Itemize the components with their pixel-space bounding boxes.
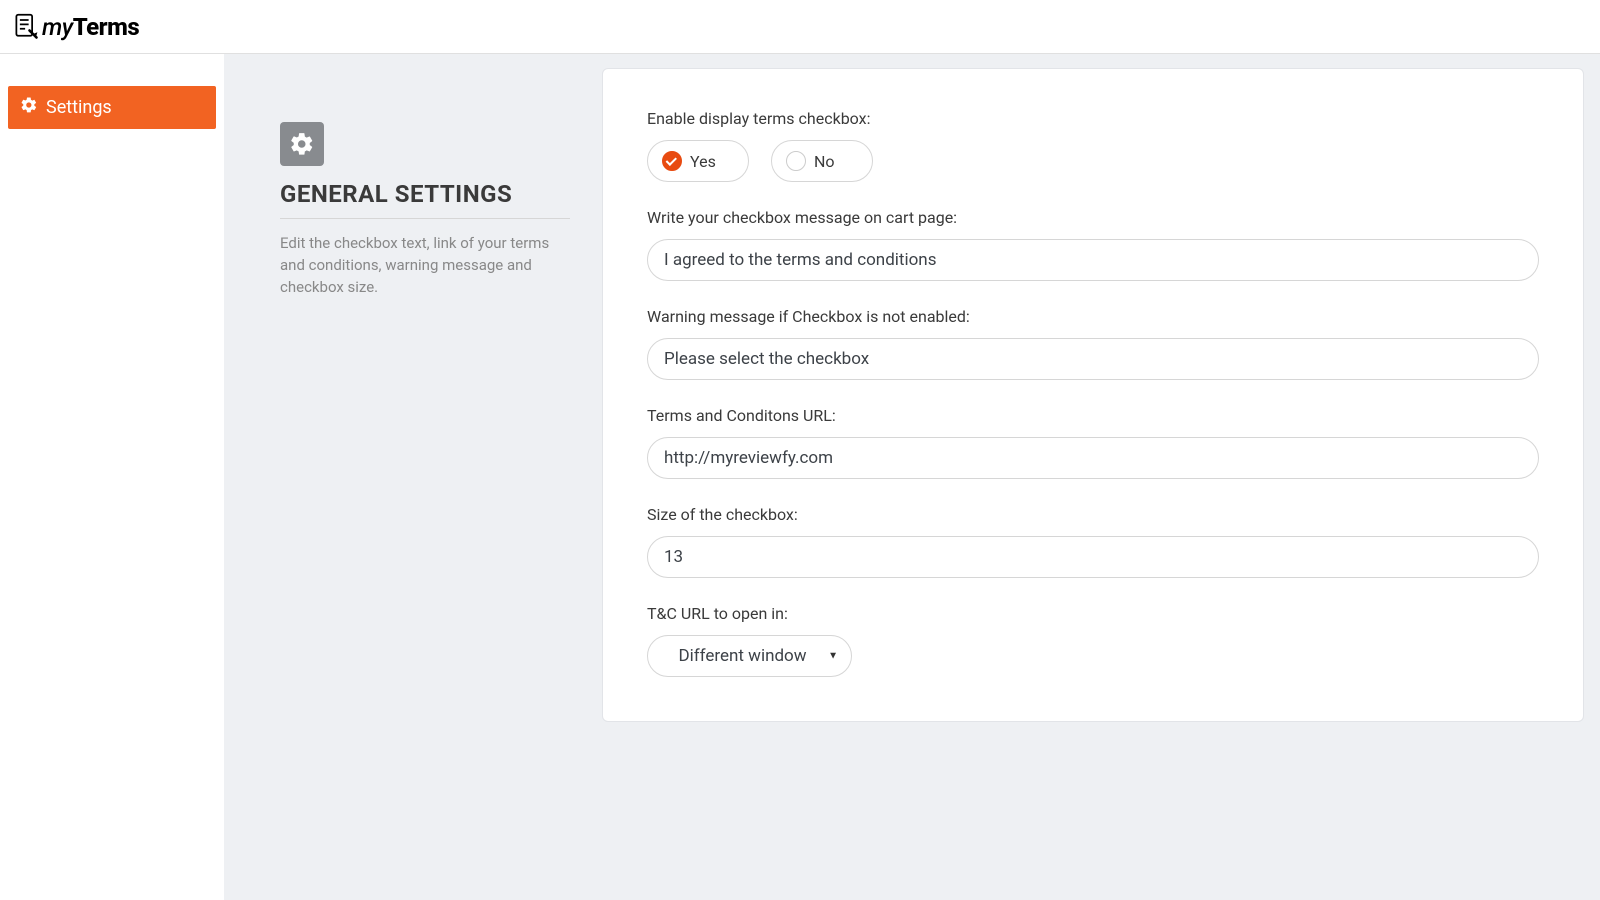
select-wrap: Different window ▼ bbox=[647, 635, 852, 677]
brand-prefix: my bbox=[42, 13, 73, 41]
content: GENERAL SETTINGS Edit the checkbox text,… bbox=[224, 54, 1600, 900]
radio-group-enable: Yes No bbox=[647, 140, 1539, 182]
radio-yes[interactable]: Yes bbox=[647, 140, 749, 182]
field-checkbox-size: Size of the checkbox: bbox=[647, 505, 1539, 578]
sidebar-item-label: Settings bbox=[46, 97, 112, 118]
sidebar: Settings bbox=[0, 54, 224, 900]
brand-logo: myTerms bbox=[12, 13, 139, 41]
page-title: GENERAL SETTINGS bbox=[280, 180, 570, 219]
settings-card: Enable display terms checkbox: Yes No Wr… bbox=[602, 68, 1584, 722]
field-label: Warning message if Checkbox is not enabl… bbox=[647, 307, 1539, 326]
checkbox-size-input[interactable] bbox=[647, 536, 1539, 578]
brand-suffix: Terms bbox=[73, 13, 139, 41]
field-label: Terms and Conditons URL: bbox=[647, 406, 1539, 425]
field-label: T&C URL to open in: bbox=[647, 604, 1539, 623]
radio-label: Yes bbox=[690, 152, 716, 171]
gear-icon bbox=[280, 122, 324, 166]
radio-no[interactable]: No bbox=[771, 140, 873, 182]
checkbox-message-input[interactable] bbox=[647, 239, 1539, 281]
open-in-select[interactable]: Different window bbox=[647, 635, 852, 677]
gear-icon bbox=[20, 96, 38, 119]
brand-name: myTerms bbox=[42, 13, 139, 41]
field-label: Size of the checkbox: bbox=[647, 505, 1539, 524]
topbar: myTerms bbox=[0, 0, 1600, 54]
field-enable-checkbox: Enable display terms checkbox: Yes No bbox=[647, 109, 1539, 182]
field-checkbox-message: Write your checkbox message on cart page… bbox=[647, 208, 1539, 281]
page-description: Edit the checkbox text, link of your ter… bbox=[280, 233, 570, 298]
field-open-in: T&C URL to open in: Different window ▼ bbox=[647, 604, 1539, 677]
tc-url-input[interactable] bbox=[647, 437, 1539, 479]
field-tc-url: Terms and Conditons URL: bbox=[647, 406, 1539, 479]
warning-message-input[interactable] bbox=[647, 338, 1539, 380]
radio-indicator-checked bbox=[662, 151, 682, 171]
main-area: Settings GENERAL SETTINGS Edit the check… bbox=[0, 54, 1600, 900]
field-label: Enable display terms checkbox: bbox=[647, 109, 1539, 128]
field-label: Write your checkbox message on cart page… bbox=[647, 208, 1539, 227]
sidebar-item-settings[interactable]: Settings bbox=[8, 86, 216, 129]
radio-indicator bbox=[786, 151, 806, 171]
radio-label: No bbox=[814, 152, 835, 171]
document-icon bbox=[12, 13, 40, 41]
intro-column: GENERAL SETTINGS Edit the checkbox text,… bbox=[240, 68, 570, 298]
field-warning-message: Warning message if Checkbox is not enabl… bbox=[647, 307, 1539, 380]
